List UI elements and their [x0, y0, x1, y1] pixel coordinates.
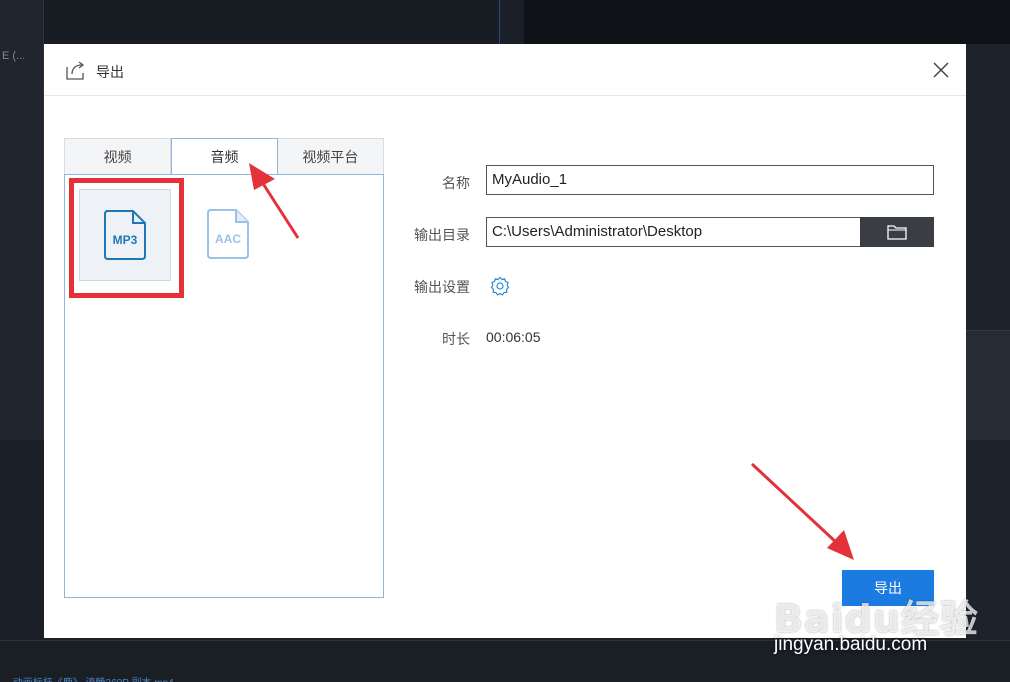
aac-file-icon: AAC: [207, 209, 249, 259]
background-top-right-panel: [524, 0, 1010, 44]
export-dialog: 导出 视频 音频 视频平台 MP3 AAC 名称 MyAudio_1 输出目录 …: [44, 44, 966, 638]
background-preview-panel: [0, 0, 500, 44]
aac-label: AAC: [215, 232, 241, 246]
tab-video[interactable]: 视频: [65, 139, 172, 175]
tab-audio[interactable]: 音频: [171, 138, 278, 176]
background-left-panel: [0, 0, 44, 440]
gear-icon[interactable]: [490, 276, 510, 296]
browse-folder-button[interactable]: [860, 217, 934, 247]
background-right-block: [966, 330, 1010, 440]
output-settings-label: 输出设置: [414, 279, 470, 295]
duration-label: 时长: [442, 331, 470, 347]
name-field[interactable]: MyAudio_1: [486, 165, 934, 195]
format-aac-card[interactable]: AAC: [183, 189, 275, 281]
mp3-highlight-box: [69, 178, 184, 298]
output-dir-field[interactable]: C:\Users\Administrator\Desktop: [486, 217, 862, 247]
background-left-text: Ε (...: [2, 50, 26, 62]
folder-icon: [887, 225, 907, 240]
tab-video-platform[interactable]: 视频平台: [278, 139, 383, 175]
export-icon: [66, 61, 85, 80]
dialog-title: 导出: [96, 64, 124, 80]
watermark-url: jingyan.baidu.com: [774, 634, 928, 655]
background-status-text: … 动画标杆《鹿》 流畅360P 副本.mp4: [0, 674, 174, 682]
name-label: 名称: [442, 175, 470, 191]
output-dir-label: 输出目录: [414, 227, 470, 243]
format-tabs: 视频 音频 视频平台: [64, 138, 384, 176]
baidu-watermark: Baidu经验 jingyan.baidu.com: [774, 588, 978, 660]
close-icon[interactable]: [930, 59, 952, 81]
dialog-header: 导出: [44, 44, 966, 96]
duration-value: 00:06:05: [486, 329, 541, 345]
